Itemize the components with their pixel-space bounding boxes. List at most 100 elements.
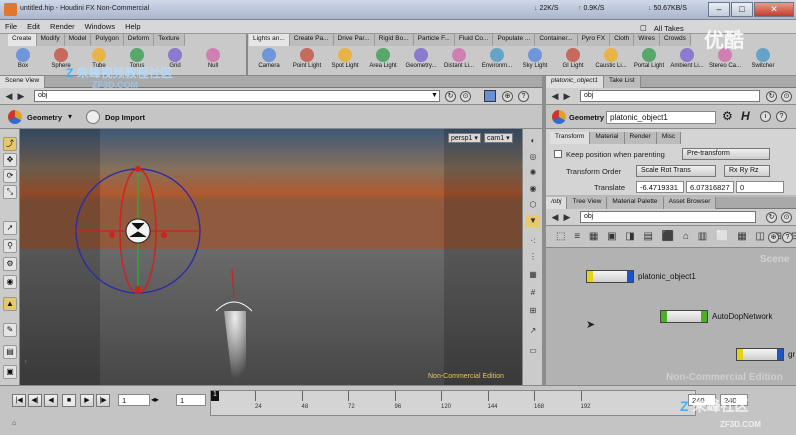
light-tool[interactable]: Sky Light xyxy=(516,46,554,76)
back-arrow-icon[interactable]: ◀ xyxy=(550,91,560,101)
prim-number-icon[interactable]: # xyxy=(526,287,540,299)
tab-take-list[interactable]: Take List xyxy=(603,76,641,88)
platonic-object[interactable] xyxy=(125,218,151,244)
snapshot-icon[interactable]: ▭ xyxy=(526,345,540,357)
menu-help[interactable]: Help xyxy=(120,20,145,33)
shelf-tab-texture[interactable]: Texture xyxy=(154,34,185,46)
shelf-tab-populate[interactable]: Populate ... xyxy=(493,34,536,46)
maximize-button[interactable]: □ xyxy=(731,2,753,17)
node-platonic-object1[interactable] xyxy=(586,270,634,283)
view-options-icon[interactable]: ⊕ xyxy=(502,91,513,102)
handle-tool-icon[interactable]: ⚲ xyxy=(3,239,17,253)
display-options-icon[interactable]: ◐ xyxy=(526,135,540,147)
view-tool-icon[interactable]: ◉ xyxy=(3,275,17,289)
visualizer-icon[interactable]: ▼ xyxy=(526,215,540,227)
grid-icon[interactable]: ▦ xyxy=(526,269,540,281)
point-display-icon[interactable]: ·: xyxy=(526,235,540,247)
scene-path-field[interactable]: obj xyxy=(34,90,440,102)
light-tool[interactable]: Point Light xyxy=(288,46,326,76)
shelf-tab-wires[interactable]: Wires xyxy=(634,34,660,46)
tab-material-palette[interactable]: Material Palette xyxy=(607,197,664,209)
goto-start-icon[interactable]: |◀ xyxy=(12,394,26,407)
keep-position-dropdown[interactable]: Pre-transform xyxy=(682,148,770,160)
move-tool-icon[interactable]: ✥ xyxy=(3,153,17,167)
paint-tool-icon[interactable]: ✎ xyxy=(3,323,17,337)
scale-tool-icon[interactable]: ⤡ xyxy=(3,185,17,199)
play-reverse-icon[interactable]: ◀ xyxy=(44,394,58,407)
link-icon[interactable]: ⊙ xyxy=(460,91,471,102)
viewport[interactable]: persp1 ▾ cam1 ▾ Non-Commercial Edition ↑ xyxy=(20,129,522,385)
current-frame-field[interactable]: 1 xyxy=(118,394,150,406)
gear-icon[interactable]: ⚙ xyxy=(722,109,733,123)
shelf-tab-model[interactable]: Model xyxy=(64,34,92,46)
help-icon[interactable]: ? xyxy=(776,111,787,122)
shelf-tab-deform[interactable]: Deform xyxy=(123,34,155,46)
info-icon[interactable]: i xyxy=(760,111,771,122)
shelf-tab-create[interactable]: Create xyxy=(8,34,37,46)
create-tool[interactable]: Null xyxy=(194,46,232,76)
node-autodopnetwork[interactable] xyxy=(660,310,708,323)
shelf-tab-create-particles[interactable]: Create Pa... xyxy=(289,34,334,46)
persp-dropdown[interactable]: persp1 ▾ xyxy=(448,133,481,143)
shading-icon[interactable]: ◉ xyxy=(526,183,540,195)
light-tool[interactable]: Portal Light xyxy=(630,46,668,76)
shelf-tab-cloth[interactable]: Cloth xyxy=(610,34,635,46)
zoom-icon[interactable]: ⊕ xyxy=(768,232,779,243)
start-frame-field[interactable]: 1 xyxy=(176,394,206,406)
back-arrow-icon[interactable]: ◀ xyxy=(4,91,14,101)
keep-position-checkbox[interactable] xyxy=(554,150,562,158)
node-render-flag[interactable] xyxy=(701,311,707,322)
light-tool[interactable]: Spot Light xyxy=(326,46,364,76)
brush-tool-icon[interactable]: ▤ xyxy=(3,345,17,359)
light-tool[interactable]: Distant Li... xyxy=(440,46,478,76)
subtab-misc[interactable]: Misc xyxy=(656,132,682,144)
shelf-tab-container[interactable]: Container... xyxy=(535,34,578,46)
shelf-tab-polygon[interactable]: Polygon xyxy=(91,34,124,46)
tab-scene-view[interactable]: Scene View xyxy=(0,76,46,88)
pin-icon[interactable]: ↻ xyxy=(766,212,777,223)
frame-stepper-icon[interactable]: ◂▸ xyxy=(151,395,159,404)
node-render-flag[interactable] xyxy=(777,349,783,360)
light-tool[interactable]: Camera xyxy=(250,46,288,76)
normal-display-icon[interactable]: ⋮ xyxy=(526,251,540,263)
shelf-tab-pyro-fx[interactable]: Pyro FX xyxy=(577,34,611,46)
handle-point[interactable] xyxy=(109,232,115,238)
light-tool[interactable]: Switcher xyxy=(744,46,782,76)
close-button[interactable]: ✕ xyxy=(754,2,794,17)
vector-icon[interactable]: ↗ xyxy=(526,325,540,337)
shelf-tab-particle-fluids[interactable]: Particle F... xyxy=(413,34,455,46)
light-tool[interactable]: Geometry... xyxy=(402,46,440,76)
network-editor[interactable]: Scene platonic_object1 AutoDopNetwork gr… xyxy=(546,248,796,385)
network-path-field[interactable]: obj xyxy=(580,211,756,223)
play-icon[interactable]: ▶ xyxy=(80,394,94,407)
lights-icon[interactable]: ✺ xyxy=(526,167,540,179)
shelf-tab-rigid-bodies[interactable]: Rigid Bo... xyxy=(374,34,414,46)
shelf-tab-drive-particles[interactable]: Drive Par... xyxy=(333,34,375,46)
path-dropdown-icon[interactable]: ▼ xyxy=(431,92,438,99)
light-tool[interactable]: Area Light xyxy=(364,46,402,76)
forward-arrow-icon[interactable]: ▶ xyxy=(562,91,572,101)
help-icon[interactable]: ? xyxy=(782,232,793,243)
transform-order-dropdown[interactable]: Scale Rot Trans xyxy=(636,165,716,177)
node-gr[interactable] xyxy=(736,348,784,361)
menu-edit[interactable]: Edit xyxy=(22,20,45,33)
handle-point[interactable] xyxy=(135,166,141,172)
shelf-tab-crowds[interactable]: Crowds xyxy=(659,34,691,46)
subtab-material[interactable]: Material xyxy=(590,132,625,144)
rotate-tool-icon[interactable]: ⟳ xyxy=(3,169,17,183)
snap-tool-icon[interactable]: ▲ xyxy=(3,297,17,311)
help-h-icon[interactable]: H xyxy=(741,109,750,123)
uv-icon[interactable]: ⊞ xyxy=(526,305,540,317)
ghost-icon[interactable]: ◎ xyxy=(526,151,540,163)
timeline-track[interactable]: 1 24 48 72 96 120 144 168 192 xyxy=(210,390,696,416)
translate-y-field[interactable]: 6.07316827 xyxy=(686,181,734,193)
tab-tree-view[interactable]: Tree View xyxy=(567,197,608,209)
link-icon[interactable]: ⊙ xyxy=(781,212,792,223)
link-icon[interactable]: ⊙ xyxy=(781,91,792,102)
rot-order-dropdown[interactable]: Rx Ry Rz xyxy=(724,165,770,177)
node-render-flag[interactable] xyxy=(627,271,633,282)
help-icon[interactable]: ? xyxy=(518,91,529,102)
tab-network-obj[interactable]: /obj xyxy=(546,197,568,209)
pointer-tool-icon[interactable]: ➚ xyxy=(3,221,17,235)
light-tool[interactable]: GI Light xyxy=(554,46,592,76)
